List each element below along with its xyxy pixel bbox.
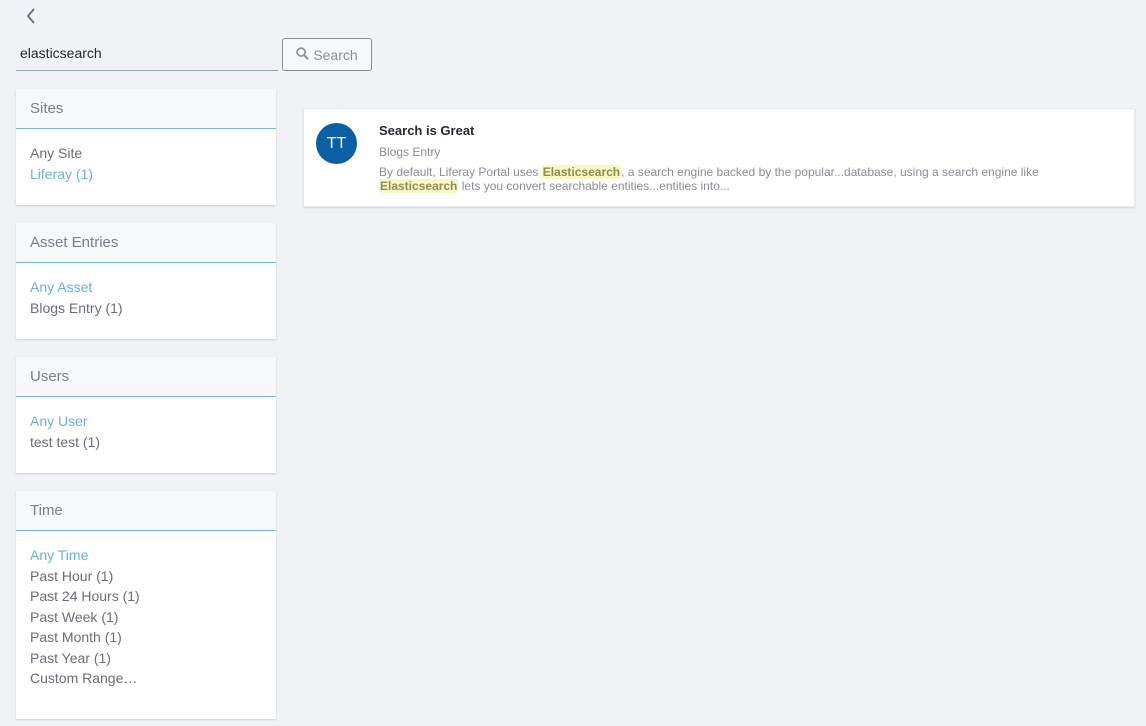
sites-facet: Sites Any Site Liferay (1) [16,89,276,205]
facet-term-blogs-entry[interactable]: Blogs Entry (1) [30,298,262,319]
snippet-highlight: Elasticsearch [541,165,622,179]
result-title-link[interactable]: Search is Great [379,123,474,138]
facet-term-past-year[interactable]: Past Year (1) [30,648,262,669]
facet-title: Asset Entries [16,223,276,263]
users-facet: Users Any User test test (1) [16,357,276,473]
snippet-text: lets you convert searchable entities...e… [458,179,730,193]
back-button[interactable] [22,7,40,29]
facet-terms: Any Site Liferay (1) [16,129,276,194]
avatar: TT [316,123,357,164]
facet-terms: Any User test test (1) [16,397,276,462]
result-asset-type: Blogs Entry [379,145,441,159]
search-button-label: Search [313,46,358,63]
facet-term-test-test[interactable]: test test (1) [30,432,262,453]
snippet-highlight: Elasticsearch [379,179,459,193]
facet-terms: Any Time Past Hour (1) Past 24 Hours (1)… [16,531,276,699]
search-button[interactable]: Search [282,38,372,71]
facet-term-past-hour[interactable]: Past Hour (1) [30,566,262,587]
result-snippet: By default, Liferay Portal uses Elastics… [379,165,1079,193]
facet-term-past-month[interactable]: Past Month (1) [30,627,262,648]
search-icon [296,46,310,63]
facet-term-any-asset[interactable]: Any Asset [30,277,262,298]
facet-term-any-user[interactable]: Any User [30,411,262,432]
snippet-text: , a search engine backed by the popular.… [621,165,1039,179]
facet-term-any-time[interactable]: Any Time [30,545,262,566]
facet-term-liferay[interactable]: Liferay (1) [30,164,262,185]
search-result-card: TT Search is Great Blogs Entry By defaul… [303,108,1135,207]
facet-title: Time [16,491,276,531]
facet-terms: Any Asset Blogs Entry (1) [16,263,276,328]
facet-term-any-site[interactable]: Any Site [30,143,262,164]
facet-title: Sites [16,89,276,129]
facet-term-custom-range[interactable]: Custom Range… [30,668,262,689]
chevron-left-icon [26,7,36,29]
facet-term-past-24-hours[interactable]: Past 24 Hours (1) [30,586,262,607]
asset-entries-facet: Asset Entries Any Asset Blogs Entry (1) [16,223,276,339]
snippet-text: By default, Liferay Portal uses [379,165,542,179]
time-facet: Time Any Time Past Hour (1) Past 24 Hour… [16,491,276,719]
facet-title: Users [16,357,276,397]
search-input[interactable] [16,36,278,71]
facet-term-past-week[interactable]: Past Week (1) [30,607,262,628]
